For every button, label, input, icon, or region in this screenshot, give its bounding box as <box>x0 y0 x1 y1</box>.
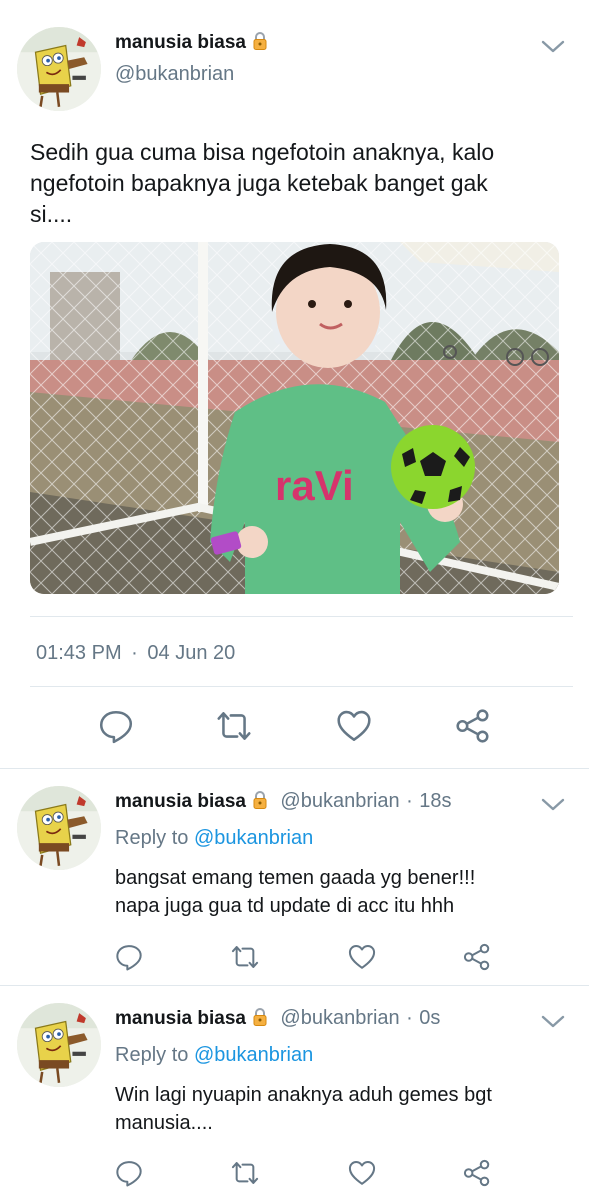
reply-to-mention[interactable]: @bukanbrian <box>194 827 313 849</box>
tweet-age: 0s <box>419 1007 441 1029</box>
lock-icon <box>252 790 268 810</box>
reply-to-line: Reply to @bukanbrian <box>115 1044 313 1067</box>
reply-to-label: Reply to <box>115 1044 189 1066</box>
chevron-down-icon[interactable] <box>540 796 566 814</box>
reply-icon[interactable] <box>114 942 144 972</box>
user-handle[interactable]: @bukanbrian <box>280 790 399 812</box>
photo-image: raVi <box>30 242 559 594</box>
user-name-row: manusia biasa <box>115 31 268 54</box>
lock-icon <box>252 1007 268 1027</box>
user-handle[interactable]: @bukanbrian <box>115 63 234 86</box>
share-icon[interactable] <box>454 707 492 745</box>
tweet-text: bangsat emang temen gaada yg bener!!! na… <box>115 864 575 920</box>
shirt-text: raVi <box>275 462 354 509</box>
tweet-time: 01:43 PM <box>36 642 122 664</box>
chevron-down-icon[interactable] <box>540 38 566 56</box>
reply-tweet[interactable]: manusia biasa @bukanbrian · 0s Reply to … <box>0 986 589 1200</box>
reply-to-line: Reply to @bukanbrian <box>115 827 313 850</box>
tweet-text-line: bangsat emang temen gaada yg bener!!! <box>115 867 476 889</box>
tweet-text-line: Sedih gua cuma bisa ngefotoin anaknya, k… <box>30 139 495 165</box>
tweet-timestamp: 01:43 PM · 04 Jun 20 <box>36 642 235 665</box>
separator-dot: · <box>406 1007 413 1029</box>
reply-to-mention[interactable]: @bukanbrian <box>194 1044 313 1066</box>
tweet-text: Win lagi nyuapin anaknya aduh gemes bgt … <box>115 1081 575 1137</box>
retweet-icon[interactable] <box>230 1158 260 1188</box>
share-icon[interactable] <box>462 1158 492 1188</box>
share-icon[interactable] <box>462 942 492 972</box>
user-handle[interactable]: @bukanbrian <box>280 1007 399 1029</box>
lock-icon <box>252 31 268 51</box>
divider <box>30 616 573 617</box>
tweet-photo[interactable]: raVi <box>30 242 559 594</box>
spongebob-avatar-icon <box>17 786 101 870</box>
chevron-down-icon[interactable] <box>540 1013 566 1031</box>
tweet-text-line: Win lagi nyuapin anaknya aduh gemes bgt <box>115 1084 492 1106</box>
tweet-date: 04 Jun 20 <box>147 642 236 664</box>
tweet-text-line: si.... <box>30 201 73 227</box>
reply-tweet[interactable]: manusia biasa @bukanbrian · 18s Reply to… <box>0 769 589 984</box>
reply-to-label: Reply to <box>115 827 189 849</box>
user-name[interactable]: manusia biasa <box>115 1008 246 1029</box>
user-name[interactable]: manusia biasa <box>115 32 246 53</box>
like-icon[interactable] <box>335 707 373 745</box>
divider <box>30 686 573 687</box>
tweet-text: Sedih gua cuma bisa ngefotoin anaknya, k… <box>30 137 570 230</box>
reply-header: manusia biasa @bukanbrian · 18s <box>115 790 452 813</box>
tweet-text-line: manusia.... <box>115 1112 213 1134</box>
tweet-text-line: napa juga gua td update di acc itu hhh <box>115 895 455 917</box>
like-icon[interactable] <box>347 942 377 972</box>
avatar[interactable] <box>17 27 101 111</box>
tweet-age: 18s <box>419 790 452 812</box>
spongebob-avatar-icon <box>17 1003 101 1087</box>
reply-header: manusia biasa @bukanbrian · 0s <box>115 1007 440 1030</box>
user-name[interactable]: manusia biasa <box>115 791 246 812</box>
separator-dot: · <box>131 642 138 664</box>
retweet-icon[interactable] <box>215 707 253 745</box>
tweet-text-line: ngefotoin bapaknya juga ketebak banget g… <box>30 170 488 196</box>
reply-icon[interactable] <box>114 1158 144 1188</box>
separator-dot: · <box>406 790 413 812</box>
reply-icon[interactable] <box>97 707 135 745</box>
avatar[interactable] <box>17 1003 101 1087</box>
retweet-icon[interactable] <box>230 942 260 972</box>
spongebob-avatar-icon <box>17 27 101 111</box>
like-icon[interactable] <box>347 1158 377 1188</box>
avatar[interactable] <box>17 786 101 870</box>
main-tweet: manusia biasa @bukanbrian Sedih gua cuma… <box>0 0 589 768</box>
